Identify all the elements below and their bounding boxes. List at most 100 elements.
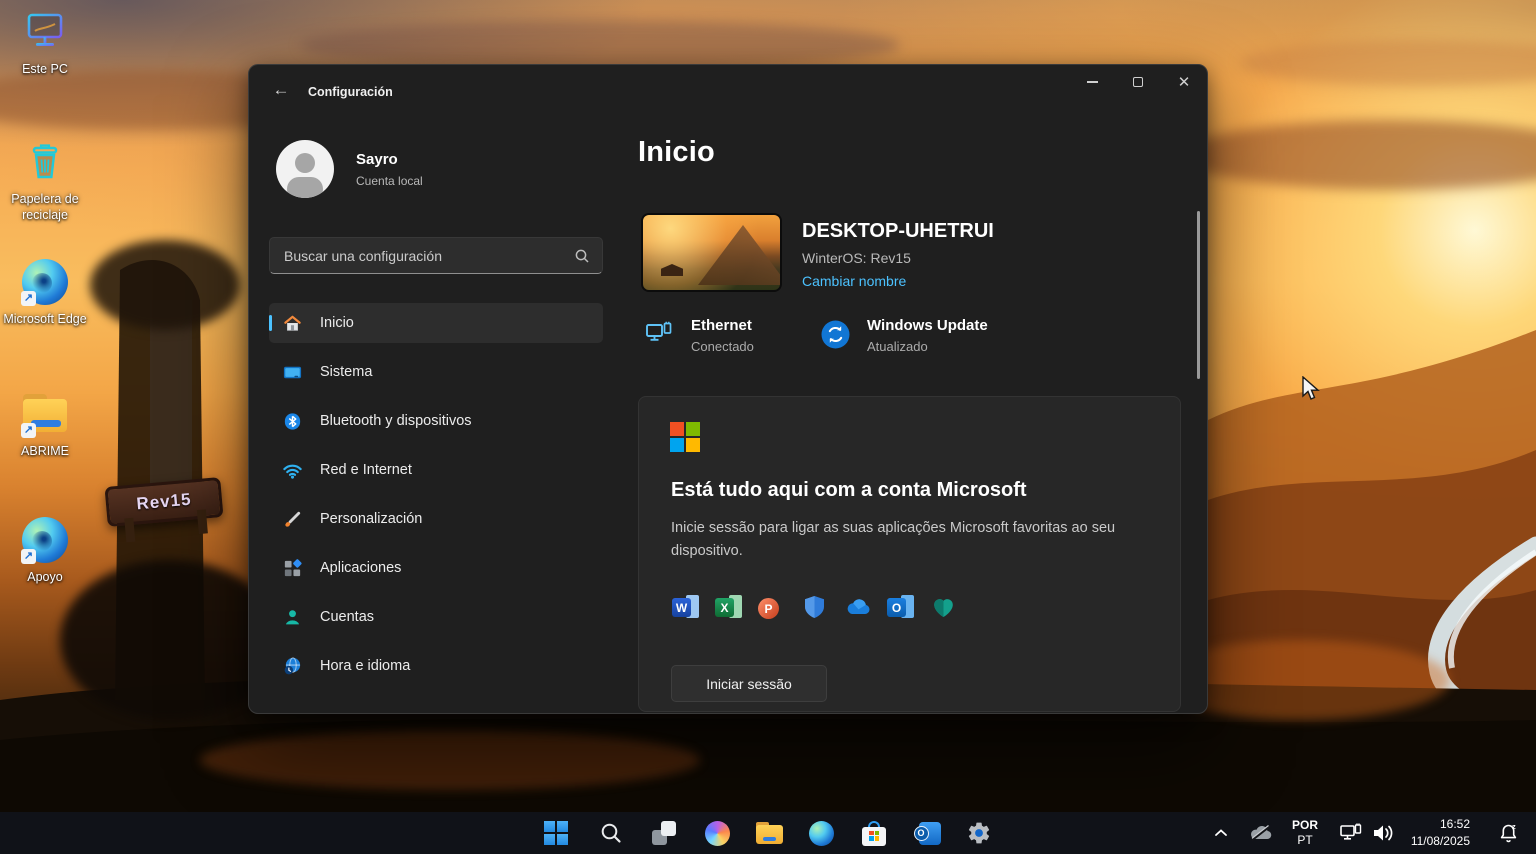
settings-search[interactable] xyxy=(269,237,603,274)
account-type: Cuenta local xyxy=(356,174,423,188)
taskbar-search-button[interactable] xyxy=(591,817,631,849)
ethernet-icon xyxy=(645,320,673,353)
page-title: Inicio xyxy=(638,136,715,169)
file-explorer-icon xyxy=(756,822,783,844)
wallpaper-sign: Rev15 xyxy=(104,477,223,527)
nav-item-bluetooth[interactable]: Bluetooth y dispositivos xyxy=(269,401,603,441)
store-button[interactable] xyxy=(854,817,894,849)
tree-shape xyxy=(60,560,280,720)
brush-icon xyxy=(282,509,303,530)
desktop-icon-edge[interactable]: ↗ Microsoft Edge xyxy=(0,256,90,328)
selected-indicator xyxy=(269,315,272,331)
edge-button[interactable] xyxy=(801,817,841,849)
nav-item-partial[interactable] xyxy=(269,695,603,714)
tray-chevron-button[interactable] xyxy=(1203,817,1239,849)
sign-post xyxy=(124,518,135,543)
nav-item-sistema[interactable]: Sistema xyxy=(269,352,603,392)
screen: Rev15 Este PC Papelera de reci xyxy=(0,0,1536,854)
outlook-icon: O xyxy=(887,594,914,621)
home-icon xyxy=(282,313,303,334)
svg-text:z: z xyxy=(1512,822,1516,831)
file-explorer-button[interactable] xyxy=(749,817,789,849)
shortcut-arrow-icon: ↗ xyxy=(21,549,36,564)
language-indicator[interactable]: POR PT xyxy=(1284,817,1326,849)
task-view-icon xyxy=(652,821,676,845)
store-icon xyxy=(862,821,886,846)
language-line2: PT xyxy=(1292,833,1318,848)
apps-icon xyxy=(282,558,303,579)
desktop-icon-label: Microsoft Edge xyxy=(3,312,86,328)
microsoft-account-card: Está tudo aqui com a conta Microsoft Ini… xyxy=(638,396,1181,712)
shortcut-arrow-icon: ↗ xyxy=(21,423,36,438)
accounts-icon xyxy=(282,607,303,628)
tree-shape xyxy=(90,240,240,330)
nav-item-cuentas[interactable]: Cuentas xyxy=(269,597,603,637)
desktop-icon-recycle-bin[interactable]: Papelera de reciclaje xyxy=(0,136,90,223)
gamepad-icon xyxy=(282,705,303,715)
desktop-icon-label: ABRIME xyxy=(21,444,69,460)
search-icon xyxy=(599,821,623,845)
desktop-icon-apoyo[interactable]: ↗ Apoyo xyxy=(0,514,90,586)
recycle-bin-icon xyxy=(19,136,71,188)
card-body: Inicie sessão para ligar as suas aplicaç… xyxy=(671,517,1151,564)
onedrive-icon xyxy=(844,594,871,621)
notifications-button[interactable]: z xyxy=(1488,817,1528,849)
close-button[interactable]: ✕ xyxy=(1161,65,1207,99)
desktop-icon-abrime[interactable]: ↗ ABRIME xyxy=(0,388,90,460)
sign-post xyxy=(197,509,208,534)
settings-button[interactable] xyxy=(959,817,999,849)
settings-gear-icon xyxy=(966,820,992,846)
start-button[interactable] xyxy=(536,817,576,849)
copilot-button[interactable] xyxy=(697,817,737,849)
back-button[interactable]: ← xyxy=(265,79,297,101)
titlebar: ← Configuración ✕ xyxy=(249,65,1207,113)
edge-icon xyxy=(809,821,834,846)
grass-glow xyxy=(200,730,700,790)
edge-icon: ↗ xyxy=(19,514,71,566)
volume-tray-button[interactable] xyxy=(1364,817,1402,849)
nav-item-personalizacion[interactable]: Personalización xyxy=(269,499,603,539)
windows-update-icon xyxy=(821,320,850,354)
mouse-cursor xyxy=(1300,376,1322,402)
desktop-icon-label: Este PC xyxy=(22,62,68,78)
defender-icon xyxy=(801,594,828,621)
family-safety-icon xyxy=(930,594,957,621)
word-icon: W xyxy=(672,594,699,621)
shortcut-arrow-icon: ↗ xyxy=(21,291,36,306)
edge-icon: ↗ xyxy=(19,256,71,308)
system-icon xyxy=(282,362,303,383)
ethernet-tray-icon xyxy=(1339,822,1363,844)
maximize-button[interactable] xyxy=(1115,65,1161,99)
clock[interactable]: 16:52 11/08/2025 xyxy=(1411,816,1470,850)
taskbar: O POR PT xyxy=(0,812,1536,854)
sign-in-button[interactable]: Iniciar sessão xyxy=(671,665,827,702)
window-title: Configuración xyxy=(308,85,393,99)
desktop-icon-label: Papelera de reciclaje xyxy=(0,192,90,223)
onedrive-offline-icon xyxy=(1248,823,1274,843)
windows-update-tile[interactable]: Windows Update Atualizado xyxy=(821,317,988,354)
task-view-button[interactable] xyxy=(644,817,684,849)
outlook-button[interactable]: O xyxy=(907,817,947,849)
tray-time: 16:52 xyxy=(1411,816,1470,833)
copilot-icon xyxy=(705,821,730,846)
nav-item-inicio[interactable]: Inicio xyxy=(269,303,603,343)
device-name: DESKTOP-UHETRUI xyxy=(802,220,994,243)
scrollbar-thumb[interactable] xyxy=(1197,211,1200,379)
time-language-icon xyxy=(282,656,303,677)
nav-item-aplicaciones[interactable]: Aplicaciones xyxy=(269,548,603,588)
minimize-button[interactable] xyxy=(1069,65,1115,99)
rename-link[interactable]: Cambiar nombre xyxy=(802,273,906,289)
search-icon xyxy=(574,248,590,264)
onedrive-tray-button[interactable] xyxy=(1242,817,1280,849)
bluetooth-icon xyxy=(282,411,303,432)
bell-dnd-icon: z xyxy=(1496,821,1521,846)
ethernet-tile[interactable]: Ethernet Conectado xyxy=(645,317,754,354)
microsoft-logo-icon xyxy=(670,422,700,452)
desktop-icon-este-pc[interactable]: Este PC xyxy=(0,6,90,78)
avatar[interactable] xyxy=(276,140,334,198)
chevron-up-icon xyxy=(1213,825,1229,841)
this-pc-icon xyxy=(19,6,71,58)
search-input[interactable] xyxy=(282,247,574,265)
nav-item-red[interactable]: Red e Internet xyxy=(269,450,603,490)
nav-item-hora-idioma[interactable]: Hora e idioma xyxy=(269,646,603,686)
